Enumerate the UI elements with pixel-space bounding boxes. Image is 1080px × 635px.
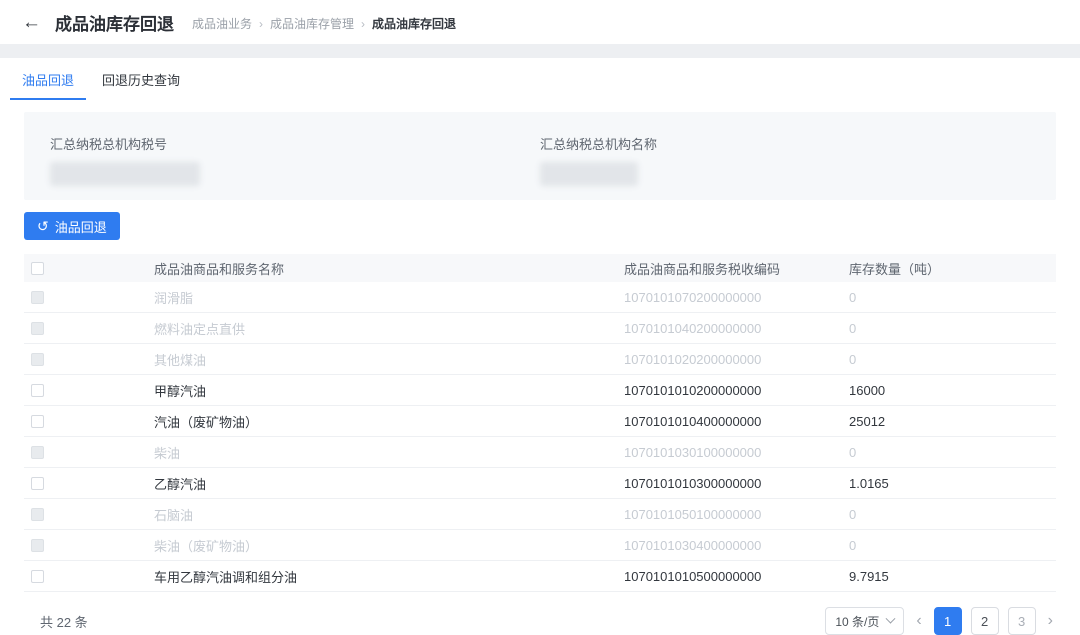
- product-name: 燃料油定点直供: [154, 321, 246, 337]
- stock-quantity: 0: [849, 320, 857, 336]
- tax-code: 1070101040200000000: [624, 320, 762, 336]
- tax-code: 1070101010200000000: [624, 382, 762, 398]
- breadcrumb: 成品油业务 › 成品油库存管理 › 成品油库存回退: [192, 15, 456, 32]
- top-header: ← 成品油库存回退 成品油业务 › 成品油库存管理 › 成品油库存回退: [0, 0, 1080, 44]
- field-org-name: 汇总纳税总机构名称: [540, 134, 1030, 186]
- rollback-history-icon: ↺: [37, 218, 49, 234]
- stock-quantity: 25012: [849, 413, 886, 429]
- pagination: 10 条/页 ‹ 1 2 3 ›: [825, 607, 1056, 635]
- tax-code: 1070101020200000000: [624, 351, 762, 367]
- product-name: 汽油（废矿物油）: [154, 414, 259, 430]
- prev-page-icon[interactable]: ‹: [913, 613, 924, 629]
- column-header-quantity: 库存数量（吨）: [849, 261, 941, 277]
- org-name-redacted-value: [540, 162, 638, 186]
- row-checkbox[interactable]: [31, 383, 44, 397]
- table-row: 甲醇汽油 1070101010200000000 16000: [24, 375, 1056, 406]
- product-name: 车用乙醇汽油调和组分油: [154, 569, 298, 585]
- table-row: 其他煤油 1070101020200000000 0: [24, 344, 1056, 375]
- column-header-tax-code: 成品油商品和服务税收编码: [624, 261, 781, 277]
- product-name: 柴油: [154, 445, 181, 461]
- stock-quantity: 0: [849, 289, 857, 305]
- back-icon[interactable]: ←: [22, 13, 41, 32]
- inventory-table: 成品油商品和服务名称 成品油商品和服务税收编码 库存数量（吨） 润滑脂 1070…: [24, 254, 1056, 592]
- tax-code: 1070101010400000000: [624, 413, 762, 429]
- header-divider-band: [0, 44, 1080, 58]
- breadcrumb-separator-icon: ›: [361, 16, 366, 31]
- stock-quantity: 9.7915: [849, 568, 889, 584]
- row-checkbox[interactable]: [31, 476, 44, 490]
- product-name: 柴油（废矿物油）: [154, 538, 259, 554]
- row-checkbox: [31, 507, 44, 521]
- product-name: 润滑脂: [154, 290, 194, 306]
- table-row: 润滑脂 1070101070200000000 0: [24, 282, 1056, 313]
- tax-code: 1070101030100000000: [624, 444, 762, 460]
- product-name: 乙醇汽油: [154, 476, 207, 492]
- page-button-1[interactable]: 1: [933, 607, 962, 635]
- tax-code: 1070101010500000000: [624, 568, 762, 584]
- chevron-down-icon: [885, 613, 896, 624]
- product-name: 甲醇汽油: [154, 383, 207, 399]
- stock-quantity: 0: [849, 444, 857, 460]
- tax-code: 1070101030400000000: [624, 537, 762, 553]
- tab-oil-rollback[interactable]: 油品回退: [8, 58, 88, 100]
- field-tax-number: 汇总纳税总机构税号: [50, 134, 540, 186]
- row-checkbox[interactable]: [31, 414, 44, 428]
- column-header-name: 成品油商品和服务名称: [154, 261, 285, 277]
- page-title: 成品油库存回退: [55, 14, 174, 34]
- tax-number-redacted-value: [50, 162, 200, 186]
- tab-rollback-history[interactable]: 回退历史查询: [88, 58, 194, 100]
- row-checkbox[interactable]: [31, 569, 44, 583]
- table-row: 乙醇汽油 1070101010300000000 1.0165: [24, 468, 1056, 499]
- stock-quantity: 0: [849, 506, 857, 522]
- next-page-icon[interactable]: ›: [1045, 613, 1056, 629]
- stock-quantity: 1.0165: [849, 475, 889, 491]
- org-info-panel: 汇总纳税总机构税号 汇总纳税总机构名称: [24, 112, 1056, 200]
- tab-bar: 油品回退 回退历史查询: [0, 58, 1080, 100]
- select-all-checkbox[interactable]: [31, 261, 44, 275]
- table-row: 柴油 1070101030100000000 0: [24, 437, 1056, 468]
- row-checkbox: [31, 538, 44, 552]
- page-size-select[interactable]: 10 条/页: [825, 607, 905, 635]
- oil-rollback-button-label: 油品回退: [54, 219, 107, 235]
- breadcrumb-separator-icon: ›: [259, 16, 264, 31]
- table-header-row: 成品油商品和服务名称 成品油商品和服务税收编码 库存数量（吨）: [24, 254, 1056, 282]
- tax-code: 1070101010300000000: [624, 475, 762, 491]
- row-checkbox: [31, 445, 44, 459]
- toolbar: ↺ 油品回退: [24, 212, 1056, 240]
- table-row: 车用乙醇汽油调和组分油 1070101010500000000 9.7915: [24, 561, 1056, 592]
- table-row: 汽油（废矿物油） 1070101010400000000 25012: [24, 406, 1056, 437]
- table-footer: 共 22 条 10 条/页 ‹ 1 2 3 ›: [24, 607, 1056, 635]
- table-row: 柴油（废矿物油） 1070101030400000000 0: [24, 530, 1056, 561]
- table-row: 石脑油 1070101050100000000 0: [24, 499, 1056, 530]
- row-checkbox: [31, 321, 44, 335]
- product-name: 石脑油: [154, 507, 194, 523]
- org-name-label: 汇总纳税总机构名称: [540, 137, 658, 152]
- breadcrumb-item-business[interactable]: 成品油业务: [192, 15, 252, 32]
- table-row: 燃料油定点直供 1070101040200000000 0: [24, 313, 1056, 344]
- stock-quantity: 0: [849, 351, 857, 367]
- breadcrumb-item-current: 成品油库存回退: [372, 17, 457, 31]
- total-count-label: 共 22 条: [40, 614, 88, 630]
- page-size-label: 10 条/页: [835, 614, 880, 629]
- tax-number-label: 汇总纳税总机构税号: [50, 137, 168, 152]
- breadcrumb-item-inventory-mgmt[interactable]: 成品油库存管理: [270, 15, 354, 32]
- oil-rollback-button[interactable]: ↺ 油品回退: [24, 212, 120, 240]
- stock-quantity: 16000: [849, 382, 886, 398]
- tax-code: 1070101070200000000: [624, 289, 762, 305]
- page-button-3[interactable]: 3: [1007, 607, 1036, 635]
- row-checkbox: [31, 290, 44, 304]
- row-checkbox: [31, 352, 44, 366]
- page-button-2[interactable]: 2: [970, 607, 999, 635]
- product-name: 其他煤油: [154, 352, 207, 368]
- tax-code: 1070101050100000000: [624, 506, 762, 522]
- stock-quantity: 0: [849, 537, 857, 553]
